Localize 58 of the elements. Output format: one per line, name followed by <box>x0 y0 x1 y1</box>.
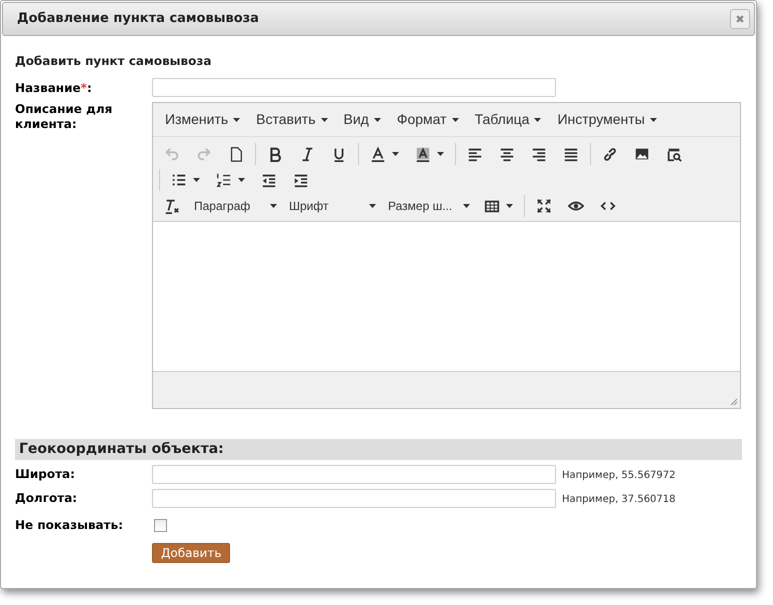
checkbox[interactable] <box>154 518 167 532</box>
coordinate-input[interactable] <box>152 489 556 508</box>
window-title: Добавление пункта самовывоза <box>17 10 259 28</box>
align-left-icon <box>467 146 483 162</box>
coordinate-input[interactable] <box>152 465 556 484</box>
caret-icon <box>233 118 240 122</box>
menu-item[interactable]: Вставить <box>248 106 336 132</box>
section-header: Геокоординаты объекта: <box>15 439 742 460</box>
image-icon <box>634 146 650 162</box>
highlight-color-icon <box>415 146 431 162</box>
caret-icon <box>437 152 444 156</box>
table-icon <box>484 198 500 214</box>
add-button[interactable]: Добавить <box>152 543 230 563</box>
format-dropdown[interactable]: Шрифт <box>283 194 382 218</box>
bullet-list-icon <box>171 172 187 188</box>
outdent-icon <box>261 172 277 188</box>
menu-item[interactable]: Вид <box>336 106 389 132</box>
text-color-icon <box>370 146 386 162</box>
resize-grip-icon[interactable] <box>730 398 738 406</box>
form-heading: Добавить пункт самовывоза <box>15 53 212 70</box>
caret-icon <box>452 118 459 122</box>
format-dropdown[interactable]: Параграф <box>188 194 283 218</box>
caret-icon <box>534 118 542 122</box>
caret-icon <box>238 178 245 182</box>
caret-icon <box>463 204 470 208</box>
hint-text: Например, 55.567972 <box>562 469 676 483</box>
preview-icon <box>666 146 682 162</box>
menu-item[interactable]: Таблица <box>466 106 550 132</box>
format-dropdown[interactable]: Размер ш... <box>382 194 476 218</box>
caret-icon <box>320 118 328 122</box>
caret-icon <box>650 118 657 122</box>
field-label: Не показывать: <box>15 518 123 532</box>
caret-icon <box>369 204 376 208</box>
field-label: Описание для клиента: <box>15 102 114 132</box>
name-input[interactable] <box>152 78 556 97</box>
caret-icon <box>374 118 381 122</box>
field-label: Долгота: <box>15 491 78 505</box>
redo-icon <box>196 146 212 162</box>
caret-icon <box>392 152 399 156</box>
menu-item[interactable]: Формат <box>388 106 467 132</box>
field-label: Широта: <box>15 467 75 481</box>
clear-format-icon <box>164 198 180 214</box>
caret-icon <box>270 204 277 208</box>
indent-icon <box>293 172 309 188</box>
menu-item[interactable]: Инструменты <box>549 106 665 132</box>
link-icon <box>602 146 618 162</box>
numbered-list-icon <box>216 172 232 188</box>
menu-item[interactable]: Изменить <box>157 106 248 132</box>
hint-text: Например, 37.560718 <box>562 493 676 507</box>
undo-icon <box>164 146 180 162</box>
justify-icon <box>563 146 579 162</box>
caret-icon <box>193 178 200 182</box>
align-right-icon <box>531 146 547 162</box>
document-icon <box>228 146 244 162</box>
align-center-icon <box>499 146 515 162</box>
caret-icon <box>506 204 513 208</box>
fullscreen-icon <box>536 198 552 214</box>
field-label: Название*: <box>15 81 92 95</box>
